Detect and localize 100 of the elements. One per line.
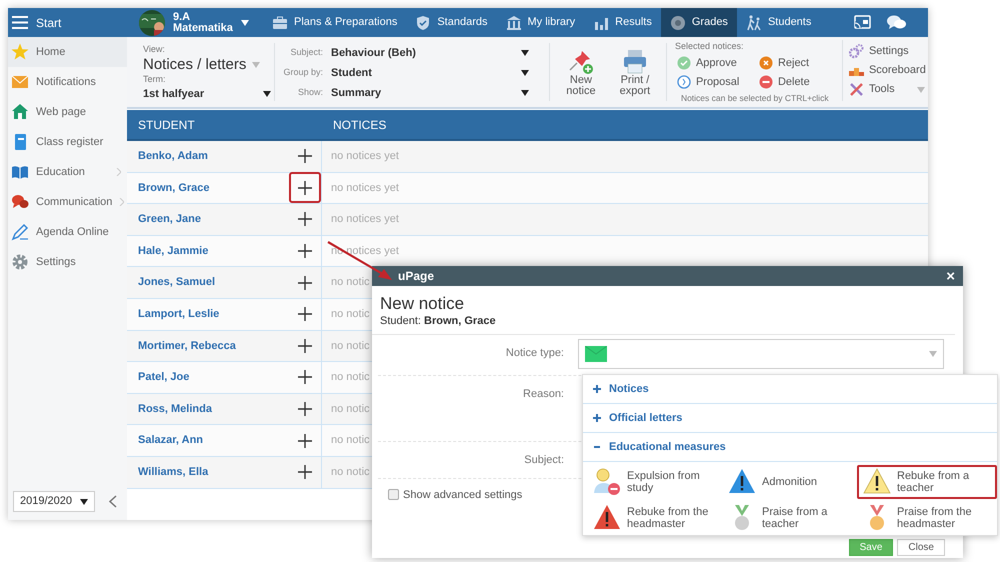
- empty-note: no notic: [331, 370, 370, 386]
- warning-triangle-icon: [593, 504, 621, 532]
- book-icon: [11, 163, 29, 181]
- minus-icon: [593, 443, 601, 451]
- grade-icon: [670, 14, 686, 30]
- speech-bubbles-icon: [11, 193, 29, 211]
- chat-icon[interactable]: [887, 14, 906, 30]
- student-name[interactable]: Williams, Ella: [138, 464, 208, 480]
- shield-icon: [415, 14, 432, 30]
- option-item[interactable]: Praise from a teacher: [722, 501, 857, 535]
- term-label: Term:: [143, 72, 166, 86]
- tool-item[interactable]: Settings: [848, 42, 925, 61]
- empty-note: no notic: [331, 464, 370, 480]
- sidebar-item[interactable]: Communication: [8, 187, 127, 217]
- collapse-icon[interactable]: [109, 495, 117, 508]
- empty-note: no notices yet: [331, 180, 399, 196]
- sidebar-item[interactable]: Notifications: [8, 67, 127, 97]
- sidebar-item[interactable]: Web page: [8, 97, 127, 127]
- plus-icon: [298, 307, 312, 322]
- class-subject: Matematika: [173, 22, 233, 34]
- empty-note: no notic: [331, 402, 370, 417]
- empty-note: no notices yet: [331, 149, 399, 164]
- walking-people-icon: [746, 14, 762, 30]
- student-name[interactable]: Mortimer, Rebecca: [138, 338, 236, 354]
- nav-tab[interactable]: My library: [496, 8, 584, 37]
- checkbox[interactable]: [388, 489, 399, 500]
- view-select[interactable]: Notices / letters: [143, 56, 266, 72]
- sidebar-item[interactable]: Settings: [8, 247, 127, 277]
- action-button[interactable]: Proposal: [676, 72, 759, 92]
- cast-icon[interactable]: [854, 15, 871, 30]
- sidebar-item[interactable]: Agenda Online: [8, 217, 127, 247]
- student-name[interactable]: Green, Jane: [138, 211, 201, 228]
- empty-note: no notic: [331, 275, 370, 290]
- plus-icon: [298, 276, 312, 290]
- nav-tab[interactable]: Grades: [660, 8, 737, 37]
- tool-item[interactable]: Scoreboard: [848, 61, 925, 80]
- caret-icon: [263, 91, 271, 98]
- action-button[interactable]: Approve: [676, 54, 759, 72]
- empty-note: no notic: [331, 338, 370, 354]
- filter-select[interactable]: Summary: [331, 84, 529, 102]
- checkbox-label[interactable]: Show advanced settings: [403, 486, 522, 503]
- caret-icon: [929, 350, 937, 356]
- filter-select[interactable]: Behaviour (Beh): [331, 44, 529, 62]
- student-name[interactable]: Benko, Adam: [138, 148, 208, 165]
- plus-icon: [298, 338, 312, 353]
- action-button[interactable]: Delete: [758, 72, 839, 92]
- nav-tab[interactable]: Results: [584, 8, 661, 37]
- view-label: View:: [143, 43, 166, 56]
- star-icon: [11, 43, 29, 61]
- envelope-icon: [11, 73, 29, 91]
- start-label[interactable]: Start: [36, 14, 62, 32]
- filter-label: Subject:: [289, 46, 324, 60]
- briefcase-icon: [272, 14, 288, 30]
- dialog-title: uPage: [398, 268, 434, 285]
- term-select[interactable]: 1st halfyear: [143, 86, 271, 102]
- printer-icon: [622, 49, 648, 75]
- house-icon: [11, 103, 29, 121]
- close-button[interactable]: Close: [897, 539, 945, 556]
- student-name[interactable]: Lamport, Leslie: [138, 306, 220, 323]
- student-name[interactable]: Brown, Grace: [138, 180, 210, 196]
- action-button[interactable]: Reject: [758, 54, 839, 72]
- category-toggle[interactable]: Notices: [583, 375, 997, 404]
- category-toggle[interactable]: Official letters: [583, 404, 997, 433]
- warning-triangle-icon: [728, 468, 756, 496]
- empty-note: no notices yet: [331, 212, 399, 228]
- pin-icon: [568, 49, 594, 75]
- category-toggle[interactable]: Educational measures: [583, 433, 997, 462]
- student-name[interactable]: Jones, Samuel: [138, 274, 216, 291]
- filter-select[interactable]: Student: [331, 64, 529, 82]
- plus-icon: [298, 212, 312, 226]
- option-item[interactable]: Expulsion from study: [587, 465, 722, 499]
- menu-icon[interactable]: [12, 16, 28, 29]
- student-name[interactable]: Patel, Joe: [138, 369, 190, 386]
- student-name[interactable]: Salazar, Ann: [138, 432, 204, 449]
- option-item[interactable]: Rebuke from a teacher: [857, 465, 997, 499]
- envelope-icon: [585, 346, 607, 362]
- option-item[interactable]: Rebuke from the headmaster: [587, 501, 722, 535]
- caret-icon: [252, 62, 260, 68]
- sidebar-item[interactable]: Class register: [8, 127, 127, 157]
- student-name[interactable]: Hale, Jammie: [138, 242, 208, 260]
- nav-tab[interactable]: Students: [736, 8, 820, 37]
- plus-icon: [298, 149, 312, 164]
- field-label: Reason:: [522, 386, 565, 402]
- caret-icon: [916, 86, 925, 92]
- tools-icon: [848, 82, 864, 97]
- caret-icon: [80, 498, 88, 504]
- tool-item[interactable]: Tools: [848, 80, 925, 99]
- option-item[interactable]: Admonition: [722, 465, 857, 499]
- toolbar-button[interactable]: Print / export: [612, 49, 658, 101]
- column-header: STUDENT: [137, 116, 196, 134]
- option-item[interactable]: Praise from the headmaster: [857, 501, 997, 535]
- nav-tab[interactable]: Standards: [406, 8, 496, 37]
- year-select[interactable]: 2019/2020: [13, 491, 95, 512]
- close-button[interactable]: ×: [946, 268, 955, 284]
- student-name[interactable]: Ross, Melinda: [138, 400, 212, 418]
- sidebar-item[interactable]: Home: [8, 37, 127, 67]
- plus-icon: [593, 385, 601, 393]
- toolbar-button[interactable]: New notice: [558, 49, 604, 101]
- nav-tab[interactable]: Plans & Preparations: [263, 8, 406, 37]
- sidebar-item[interactable]: Education: [8, 157, 127, 187]
